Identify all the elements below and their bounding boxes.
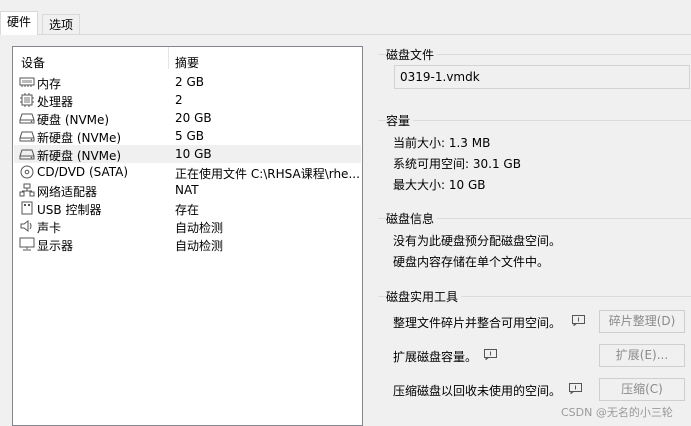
- capacity-group: 容量 当前大小: 1.3 MB 系统可用空间: 30.1 GB 最大大小: 10…: [378, 110, 691, 198]
- disk-file-title: 磁盘文件: [386, 46, 438, 63]
- max-size-text: 最大大小: 10 GB: [393, 178, 486, 192]
- device-name: 声卡: [37, 221, 62, 235]
- hard-disk-icon: [19, 149, 35, 160]
- processor-icon: [20, 93, 34, 107]
- tab-hardware[interactable]: 硬件: [0, 11, 39, 35]
- tab-bar: 硬件 选项: [0, 0, 691, 35]
- disk-settings-panel: 磁盘文件 0319-1.vmdk 容量 当前大小: 1.3 MB 系统可用空间:…: [378, 44, 691, 426]
- cd-dvd-icon: [20, 165, 34, 179]
- device-row-new-hard-disk-2[interactable]: 新硬盘 (NVMe) 10 GB: [14, 145, 361, 163]
- disk-file-field[interactable]: 0319-1.vmdk: [394, 65, 690, 89]
- compact-button[interactable]: 压缩(C): [599, 378, 685, 401]
- device-row-hard-disk[interactable]: 硬盘 (NVMe) 20 GB: [14, 109, 361, 127]
- device-summary: 自动检测: [175, 221, 224, 235]
- tab-options[interactable]: 选项: [42, 14, 81, 35]
- device-row-usb-controller[interactable]: USB 控制器 存在: [14, 199, 361, 217]
- device-name: CD/DVD (SATA): [37, 165, 129, 179]
- watermark: CSDN @无名的小三轮: [561, 406, 673, 419]
- info-tooltip-icon[interactable]: [484, 349, 497, 360]
- device-summary: NAT: [175, 183, 199, 197]
- device-name: 网络适配器: [37, 185, 98, 199]
- device-summary: 2: [175, 93, 183, 107]
- device-list-header: 设备 摘要: [13, 47, 362, 71]
- device-summary: 2 GB: [175, 75, 204, 89]
- usb-icon: [21, 201, 33, 215]
- expand-description: 扩展磁盘容量。: [393, 350, 478, 364]
- disk-info-group: 磁盘信息 没有为此硬盘预分配磁盘空间。 硬盘内容存储在单个文件中。: [378, 208, 691, 274]
- device-name: 新硬盘 (NVMe): [37, 149, 122, 163]
- device-name: USB 控制器: [37, 203, 102, 217]
- disk-info-title: 磁盘信息: [386, 210, 438, 227]
- hard-disk-icon: [19, 113, 35, 124]
- current-size-text: 当前大小: 1.3 MB: [393, 136, 491, 150]
- available-space-text: 系统可用空间: 30.1 GB: [393, 157, 521, 171]
- disk-info-line-1: 没有为此硬盘预分配磁盘空间。: [393, 234, 562, 248]
- capacity-title: 容量: [386, 112, 414, 129]
- device-summary: 正在使用文件 C:\RHSA课程\rhe...: [175, 167, 360, 181]
- device-summary: 存在: [175, 203, 200, 217]
- defragment-description: 整理文件碎片并整合可用空间。: [393, 316, 562, 330]
- defragment-button[interactable]: 碎片整理(D): [599, 310, 685, 333]
- column-header-device[interactable]: 设备: [21, 54, 45, 71]
- memory-icon: [19, 77, 35, 87]
- device-list[interactable]: 设备 摘要 内存 2 GB 处理器 2 硬盘 (NVMe) 20 GB 新硬盘 …: [12, 46, 363, 426]
- device-row-memory[interactable]: 内存 2 GB: [14, 73, 361, 91]
- column-separator[interactable]: [168, 47, 169, 69]
- device-row-processor[interactable]: 处理器 2: [14, 91, 361, 109]
- device-row-network-adapter[interactable]: 网络适配器 NAT: [14, 181, 361, 199]
- device-name: 内存: [37, 77, 62, 91]
- device-row-new-hard-disk-1[interactable]: 新硬盘 (NVMe) 5 GB: [14, 127, 361, 145]
- column-header-summary[interactable]: 摘要: [175, 54, 199, 71]
- device-summary: 自动检测: [175, 239, 224, 253]
- info-tooltip-icon[interactable]: [572, 315, 585, 326]
- display-icon: [19, 237, 35, 251]
- device-row-display[interactable]: 显示器 自动检测: [14, 235, 361, 253]
- device-row-cd-dvd[interactable]: CD/DVD (SATA) 正在使用文件 C:\RHSA课程\rhe...: [14, 163, 361, 181]
- disk-info-line-2: 硬盘内容存储在单个文件中。: [393, 255, 550, 269]
- network-adapter-icon: [19, 183, 35, 197]
- device-name: 硬盘 (NVMe): [37, 113, 110, 127]
- device-name: 处理器: [37, 95, 74, 109]
- info-tooltip-icon[interactable]: [569, 383, 582, 394]
- device-summary: 10 GB: [175, 147, 212, 161]
- tab-divider: [0, 34, 691, 35]
- device-name: 新硬盘 (NVMe): [37, 131, 122, 145]
- device-summary: 5 GB: [175, 129, 204, 143]
- sound-card-icon: [20, 220, 32, 232]
- disk-file-group: 磁盘文件 0319-1.vmdk: [378, 44, 691, 102]
- expand-button[interactable]: 扩展(E)...: [599, 344, 685, 367]
- device-row-sound-card[interactable]: 声卡 自动检测: [14, 217, 361, 235]
- hard-disk-icon: [19, 131, 35, 142]
- device-summary: 20 GB: [175, 111, 212, 125]
- disk-utilities-title: 磁盘实用工具: [386, 288, 462, 305]
- compact-description: 压缩磁盘以回收未使用的空间。: [393, 384, 562, 398]
- device-name: 显示器: [37, 239, 74, 253]
